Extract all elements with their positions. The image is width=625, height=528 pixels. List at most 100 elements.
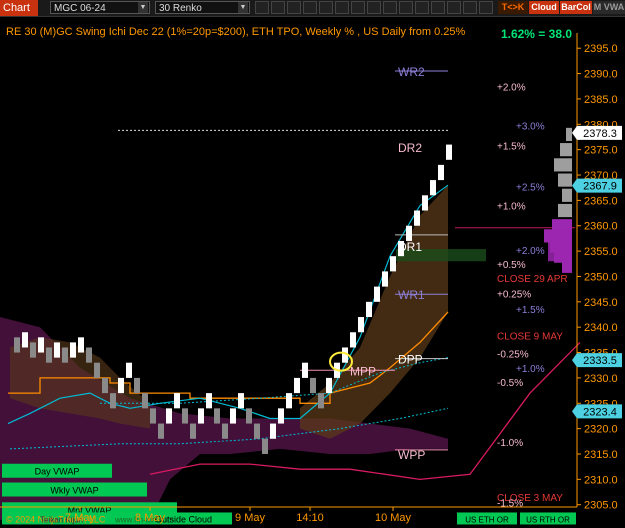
tk-label: T<>K [501,2,525,12]
renko-brick [102,377,108,394]
zoom-in-icon[interactable] [319,1,333,14]
renko-brick [134,377,140,394]
axis-tick-label: 2365.0 [584,195,618,207]
cloud-toggle[interactable]: Cloud [529,1,559,14]
us-rth-label: US RTH OR [526,515,570,524]
axis-tick-label: 2360.0 [584,221,618,233]
renko-brick [214,408,220,424]
us-eth-label: US ETH OR [465,515,509,524]
pivot-label: DPP [398,353,423,367]
profile-bar [560,143,572,157]
axis-tick-label: 2345.0 [584,297,618,309]
barcol-toggle[interactable]: BarCol [560,1,592,14]
x-tick-label: 8 May [135,512,165,524]
templates-icon[interactable] [431,1,445,14]
vwap-label: Wkly VWAP [50,486,98,496]
axis-tick-label: 2385.0 [584,94,618,106]
axis-tick-label: 2310.0 [584,474,618,486]
profile-bar [554,158,572,172]
x-tick-label: 7 May [65,512,95,524]
axis-tick-label: 2390.0 [584,69,618,81]
cloud-label: Cloud [531,2,557,12]
renko-brick [86,347,92,363]
percent-label: +1.5% [516,305,545,316]
renko-brick [158,423,164,439]
chart-panel[interactable]: WR2 DR2 DR1 WR1 DPP MPP WPP +2.0% +3.0% +1.5% +2.5… [0,17,625,525]
period-selector[interactable]: 30 Renko ▼ [155,1,250,14]
renko-brick [422,195,428,211]
renko-brick [150,408,156,424]
change-summary: 1.62% = 38.0 [501,27,572,41]
strategies-icon[interactable] [383,1,397,14]
zoom-out-icon[interactable] [335,1,349,14]
renko-brick [302,362,308,378]
renko-brick [294,377,300,394]
chart-style-icon[interactable] [271,1,285,14]
link-icon[interactable] [479,1,493,14]
screenshot-icon[interactable] [447,1,461,14]
crosshair-icon[interactable] [351,1,365,14]
renko-brick [358,317,364,333]
toolbar: Chart MGC 06-24 ▼ 30 Renko ▼ T<>K Cloud … [0,0,625,17]
pivot-label: DR2 [398,141,422,155]
price-chart[interactable]: WR2 DR2 DR1 WR1 DPP MPP WPP +2.0% +3.0% +1.5% +2.5… [0,17,625,525]
percent-label: +3.0% [516,121,545,132]
stamp-icon[interactable] [303,1,317,14]
profile-bar [566,127,572,142]
renko-brick [54,342,60,358]
properties-icon[interactable] [415,1,429,14]
chart-title[interactable]: Chart [0,0,38,16]
x-tick-label: 14:10 [296,512,324,524]
mvwap-label: M VWA [593,2,625,12]
pivot-label: MPP [350,364,376,378]
renko-brick [14,337,20,353]
percent-label: CLOSE 9 MAY [497,331,563,342]
percent-label: +2.5% [516,183,545,194]
axis-tick-label: 2340.0 [584,322,618,334]
indicators-icon[interactable] [367,1,381,14]
pivot-label: WPP [398,448,425,462]
share-icon[interactable] [463,1,477,14]
renko-brick [406,225,412,241]
renko-brick [142,393,148,409]
chevron-down-icon: ▼ [138,2,148,13]
renko-brick [326,377,332,394]
percent-label: CLOSE 29 APR [497,274,568,285]
renko-brick [118,377,124,394]
percent-label: +0.25% [497,290,531,301]
renko-brick [390,256,396,272]
renko-brick [22,332,28,348]
bar-type-icon[interactable] [255,1,269,14]
axis-tick-label: 2395.0 [584,43,618,55]
period-value: 30 Renko [159,3,202,14]
mvwap-toggle[interactable]: M VWA [593,1,625,14]
price-badge-label: 2333.5 [583,355,617,367]
draw-tool-icon[interactable] [287,1,301,14]
renko-brick [62,347,68,363]
renko-brick [126,362,132,378]
renko-brick [414,210,420,226]
renko-brick [310,377,316,394]
axis-tick-label: 2350.0 [584,271,618,283]
instrument-selector[interactable]: MGC 06-24 ▼ [50,1,150,14]
percent-label: -1.0% [497,438,523,449]
renko-brick [30,342,36,358]
renko-brick [278,408,284,424]
price-badge-label: 2323.4 [583,406,617,418]
axis-tick-label: 2315.0 [584,449,618,461]
renko-brick [350,332,356,348]
tenkan-kijun-toggle[interactable]: T<>K [498,1,528,14]
renko-brick [198,408,204,424]
price-badge-label: 2367.9 [583,181,617,193]
pivot-label: DR1 [398,240,422,254]
profile-bar [562,259,572,273]
chevron-down-icon: ▼ [238,2,248,13]
renko-brick [206,393,212,409]
instrument-value: MGC 06-24 [54,3,106,14]
renko-brick [78,337,84,353]
renko-brick [70,342,76,358]
renko-brick [382,271,388,287]
price-badge-label: 2378.3 [583,128,617,140]
pivot-label: WR2 [398,65,425,79]
data-box-icon[interactable] [399,1,413,14]
